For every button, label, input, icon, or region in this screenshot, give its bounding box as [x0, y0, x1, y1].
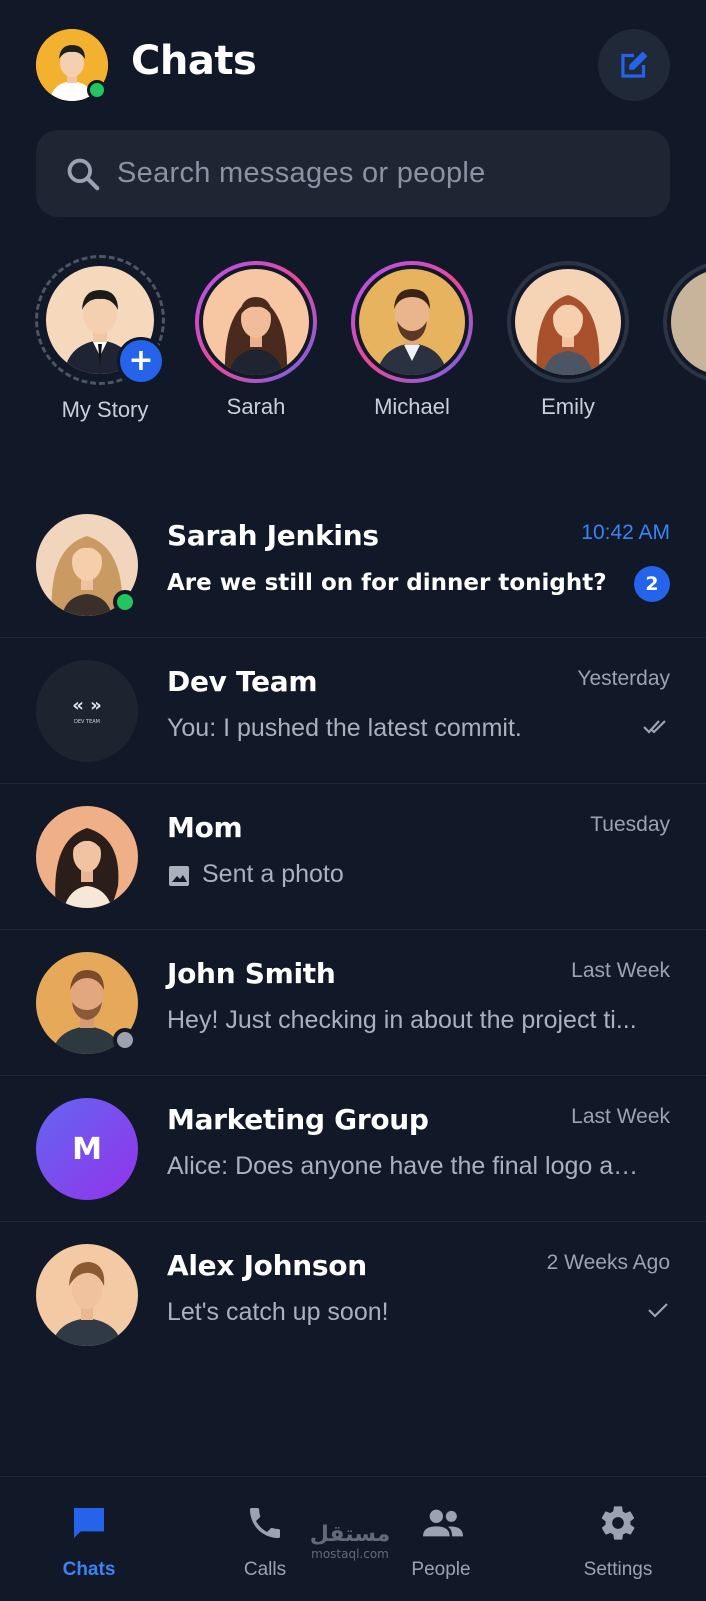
watermark: مستقل mostaql.com [305, 1522, 395, 1562]
avatar [515, 269, 621, 375]
story-name: Sarah [226, 394, 286, 419]
chat-preview: Hey! Just checking in about the project … [167, 1006, 637, 1034]
avatar [36, 1244, 138, 1346]
avatar [359, 269, 465, 375]
dev-team-logo-text: DEV TEAM [74, 719, 100, 725]
chat-preview: You: I pushed the latest commit. [167, 714, 522, 742]
unread-badge: 2 [634, 566, 670, 602]
chat-item-alex-johnson[interactable]: Alex Johnson 2 Weeks Ago Let's catch up … [0, 1222, 706, 1368]
chat-time: 10:42 AM [581, 521, 670, 544]
stories-row: + My Story Sarah Michael Emily [0, 255, 706, 445]
double-check-icon [643, 720, 666, 734]
nav-label: People [411, 1559, 471, 1580]
chat-time: 2 Weeks Ago [546, 1251, 670, 1274]
story-name: My Story [61, 397, 149, 422]
nav-label: Settings [583, 1559, 653, 1580]
image-icon [169, 866, 189, 886]
story-ring [195, 261, 317, 383]
chat-name: Sarah Jenkins [167, 519, 379, 552]
nav-label: Calls [243, 1559, 287, 1580]
chat-item-dev-team[interactable]: « » DEV TEAM Dev Team Yesterday You: I p… [0, 638, 706, 784]
avatar [671, 269, 706, 375]
chat-name: Dev Team [167, 665, 318, 698]
compose-button[interactable] [598, 29, 670, 101]
chat-item-sarah-jenkins[interactable]: Sarah Jenkins 10:42 AM Are we still on f… [0, 492, 706, 638]
story-ring [507, 261, 629, 383]
search-input[interactable]: Search messages or people [36, 130, 670, 217]
svg-text:« »: « » [72, 695, 102, 716]
chat-name: Mom [167, 811, 243, 844]
chat-bubble-icon [74, 1508, 104, 1538]
online-status-dot [87, 80, 107, 100]
chat-name: John Smith [167, 957, 336, 990]
people-icon [423, 1509, 463, 1537]
phone-icon [250, 1508, 280, 1538]
chat-name: Alex Johnson [167, 1249, 367, 1282]
avatar-initial: M [72, 1131, 102, 1167]
search-placeholder: Search messages or people [117, 157, 486, 189]
away-status-dot [113, 1028, 137, 1052]
nav-chats[interactable]: Chats [19, 1477, 159, 1601]
avatar [203, 269, 309, 375]
watermark-latin: mostaql.com [311, 1547, 389, 1561]
nav-label: Chats [62, 1559, 116, 1580]
search-icon [67, 158, 100, 191]
add-story-button[interactable]: + [117, 337, 165, 385]
chat-item-marketing-group[interactable]: M Marketing Group Last Week Alice: Does … [0, 1076, 706, 1222]
edit-icon [621, 51, 648, 78]
avatar: M [36, 1098, 138, 1200]
gear-icon [601, 1506, 635, 1540]
story-ring [663, 261, 706, 383]
chat-preview: Alice: Does anyone have the final logo a… [167, 1152, 647, 1180]
chat-time: Yesterday [577, 667, 670, 690]
story-name: Emily [541, 394, 595, 419]
online-status-dot [113, 590, 137, 614]
page-title: Chats [131, 38, 257, 84]
chat-time: Tuesday [590, 813, 670, 836]
chat-time: Last Week [571, 959, 670, 982]
watermark-arabic: مستقل [309, 1522, 391, 1547]
single-check-icon [648, 1303, 668, 1318]
story-name: Michael [374, 394, 450, 419]
chat-item-mom[interactable]: Mom Tuesday Sent a photo [0, 784, 706, 930]
chat-preview: Are we still on for dinner tonight? [167, 570, 607, 596]
chat-name: Marketing Group [167, 1103, 429, 1136]
avatar [36, 806, 138, 908]
header: Chats [0, 0, 706, 130]
story-ring [351, 261, 473, 383]
nav-settings[interactable]: Settings [548, 1477, 688, 1601]
avatar: « » DEV TEAM [36, 660, 138, 762]
chat-preview: Sent a photo [202, 860, 344, 888]
chat-item-john-smith[interactable]: John Smith Last Week Hey! Just checking … [0, 930, 706, 1076]
chat-preview: Let's catch up soon! [167, 1298, 389, 1326]
chat-time: Last Week [571, 1105, 670, 1128]
